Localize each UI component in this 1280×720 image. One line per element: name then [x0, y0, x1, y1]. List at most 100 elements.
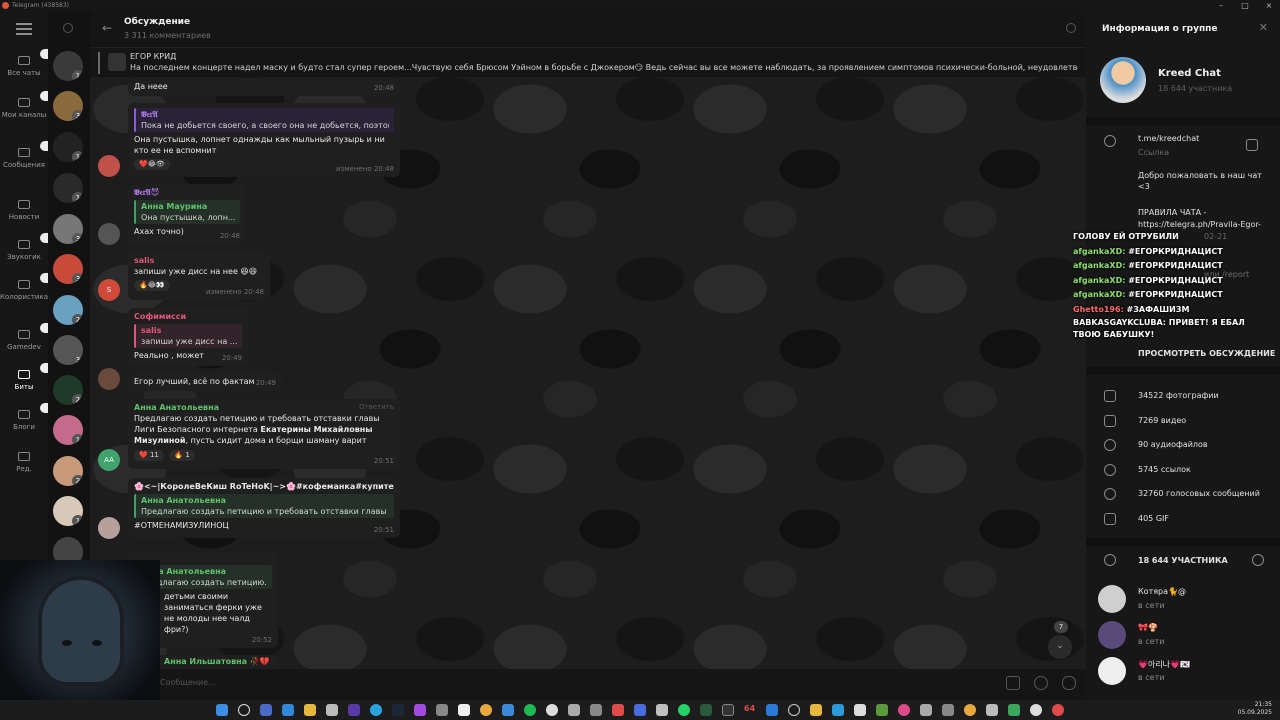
group-avatar[interactable]	[1100, 57, 1146, 103]
reply-quote[interactable]: Анна Маурина Она пустышка, лопн...	[134, 200, 240, 224]
scroll-down-icon[interactable]: ⌄	[1048, 635, 1072, 659]
close-icon[interactable]: ✕	[1259, 21, 1268, 34]
whatsapp-icon[interactable]	[678, 704, 690, 716]
reply-quote[interactable]: 𝖁𝔢𝔯𝔄 Пока не добьется своего, а своего о…	[134, 108, 394, 132]
taskbar-app-icon[interactable]	[920, 704, 932, 716]
chat-avatar[interactable]: 3	[53, 91, 83, 121]
media-videos[interactable]: 7269 видео	[1138, 415, 1186, 426]
chat-avatar[interactable]: 1	[53, 132, 83, 162]
music-icon[interactable]	[612, 704, 624, 716]
chat-title[interactable]: Обсуждение	[124, 17, 190, 27]
main-menu-button[interactable]	[16, 23, 32, 38]
member-name[interactable]: 💗아리나💗🇰🇷	[1138, 659, 1190, 670]
taskbar-app-icon[interactable]	[832, 704, 844, 716]
folder-all-chats[interactable]: Все чаты	[0, 49, 56, 77]
steam-icon[interactable]	[392, 704, 404, 716]
message-bubble[interactable]: Егор лучший, всё по фактам 20:49	[128, 373, 282, 391]
reaction-chip[interactable]: 🔥 1	[169, 450, 195, 461]
taskbar-app-icon[interactable]	[326, 704, 338, 716]
folder-my-channels[interactable]: Мои каналы	[0, 91, 56, 119]
media-audio[interactable]: 90 аудиофайлов	[1138, 439, 1208, 450]
reply-quote[interactable]: Анна Анатольевна Предлагаю создать петиц…	[134, 494, 394, 518]
sender-name[interactable]: 𝖁𝔢𝔯𝔄😈	[134, 187, 240, 198]
taskbar-app-icon[interactable]	[854, 704, 866, 716]
folder-edit[interactable]: Ред.	[0, 449, 48, 473]
folder-koloristika[interactable]: Колористика	[0, 273, 56, 301]
browser-icon[interactable]	[480, 704, 492, 716]
taskbar-app-icon[interactable]	[458, 704, 470, 716]
chat-avatar[interactable]: 2	[53, 375, 83, 405]
chat-avatar[interactable]: 1	[53, 415, 83, 445]
qr-code-icon[interactable]	[1246, 139, 1258, 151]
taskbar-app-icon[interactable]	[568, 704, 580, 716]
close-window-button[interactable]: ×	[1258, 0, 1280, 11]
group-link[interactable]: t.me/kreedchat	[1138, 133, 1199, 144]
taskbar-clock[interactable]: 21:35 05.09.2025	[1238, 701, 1272, 717]
taskbar-app-icon[interactable]	[590, 704, 602, 716]
message-bubble[interactable]: Софимисси salis запиши уже дисс на ... Р…	[128, 308, 248, 366]
message-bubble[interactable]: 🌸<~|КоролеВеКиш RoTeHoK|~>🌸#кофеманка#ку…	[128, 478, 400, 538]
taskbar-app-icon[interactable]	[700, 704, 712, 716]
spotify-icon[interactable]	[524, 704, 536, 716]
sender-name[interactable]: salis	[134, 255, 264, 266]
member-avatar[interactable]	[1098, 621, 1126, 649]
reply-button[interactable]: Ответить	[359, 402, 394, 413]
emoji-icon[interactable]	[1034, 676, 1048, 690]
chat-avatar[interactable]: 1	[53, 496, 83, 526]
minimize-button[interactable]: –	[1210, 0, 1232, 11]
taskbar-app-icon[interactable]	[436, 704, 448, 716]
reaction-chip[interactable]: ❤️ 11	[134, 450, 164, 461]
reply-quote[interactable]: salis запиши уже дисс на ...	[134, 324, 242, 348]
taskbar-app-icon[interactable]	[546, 704, 558, 716]
media-links[interactable]: 5745 ссылок	[1138, 464, 1191, 475]
sender-avatar[interactable]: AA	[98, 449, 120, 471]
taskbar-app-icon[interactable]	[876, 704, 888, 716]
sender-name[interactable]: 🌸<~|КоролеВеКиш RoTeHoK|~>🌸#кофеманка#ку…	[134, 481, 394, 492]
taskbar-badge[interactable]: 64	[744, 704, 755, 713]
folder-icon[interactable]	[304, 704, 316, 716]
telegram-icon[interactable]	[370, 704, 382, 716]
folder-zvukogik[interactable]: Звукогик	[0, 233, 56, 261]
chat-avatar[interactable]: 1	[53, 51, 83, 81]
vscode-icon[interactable]	[766, 704, 778, 716]
taskbar-app-icon[interactable]	[414, 704, 426, 716]
taskbar-app-icon[interactable]	[282, 704, 294, 716]
folder-gamedev[interactable]: Gamedev	[0, 323, 56, 351]
media-gif[interactable]: 405 GIF	[1138, 513, 1169, 524]
folder-messages[interactable]: Сообщения	[0, 141, 56, 169]
folder-blogi[interactable]: Блоги	[0, 403, 56, 431]
reaction-chip[interactable]: ❤️😂👁	[134, 159, 170, 170]
chat-avatar[interactable]: 1	[53, 173, 83, 203]
sender-avatar[interactable]	[98, 223, 120, 245]
terminal-icon[interactable]	[722, 704, 734, 716]
back-arrow-icon[interactable]: ←	[102, 21, 112, 35]
member-name[interactable]: Котяра🐈@	[1138, 587, 1186, 596]
search-icon[interactable]	[1252, 554, 1264, 566]
taskbar-app-icon[interactable]	[1008, 704, 1020, 716]
search-icon[interactable]	[63, 23, 73, 33]
view-discussion-button[interactable]: ПРОСМОТРЕТЬ ОБСУЖДЕНИЕ	[1138, 348, 1275, 359]
taskbar-app-icon[interactable]	[898, 704, 910, 716]
folder-news[interactable]: Новости	[0, 197, 48, 221]
reaction-chip[interactable]: 🔥😂👀	[134, 280, 170, 291]
sender-avatar[interactable]	[98, 155, 120, 177]
taskbar-app-icon[interactable]	[986, 704, 998, 716]
taskbar-app-icon[interactable]	[810, 704, 822, 716]
chat-avatar[interactable]: 2	[53, 456, 83, 486]
taskbar-app-icon[interactable]	[348, 704, 360, 716]
sender-name[interactable]: Анна Анатольевна	[134, 402, 394, 413]
sender-avatar[interactable]	[98, 368, 120, 390]
member-avatar[interactable]	[1098, 657, 1126, 685]
folder-bity[interactable]: Биты	[0, 363, 56, 391]
search-icon[interactable]	[1066, 23, 1076, 33]
chat-avatar[interactable]: 3	[53, 254, 83, 284]
taskbar-app-icon[interactable]	[634, 704, 646, 716]
search-icon[interactable]	[238, 704, 250, 716]
message-input[interactable]: Сообщение...	[160, 678, 216, 687]
microphone-icon[interactable]	[1062, 676, 1076, 690]
message-bubble[interactable]: Да нееe 20:48	[128, 78, 400, 96]
member-avatar[interactable]	[1098, 585, 1126, 613]
taskbar-app-icon[interactable]	[964, 704, 976, 716]
sender-name[interactable]: Софимисси	[134, 311, 242, 322]
member-name[interactable]: 🎀🍄	[1138, 623, 1158, 632]
